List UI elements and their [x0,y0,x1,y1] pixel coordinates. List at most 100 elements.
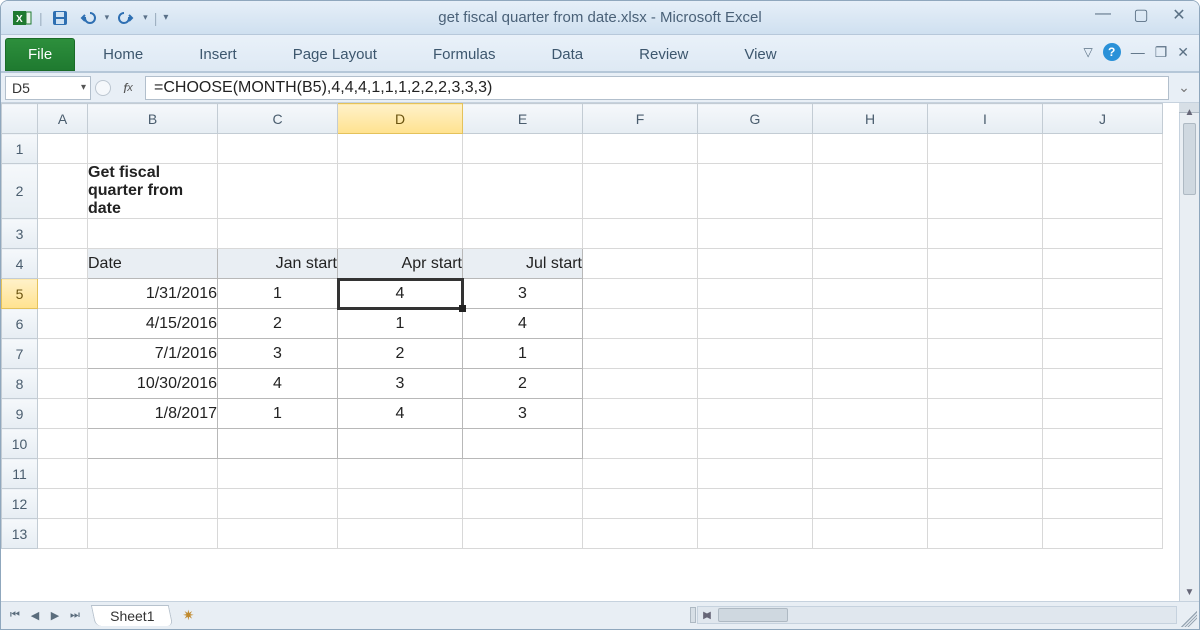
cell-F3[interactable] [583,219,698,249]
cell-C4[interactable]: Jan start [218,249,338,279]
tab-review[interactable]: Review [611,38,716,71]
cell-J1[interactable] [1043,134,1163,164]
scroll-right-icon[interactable]: ▶ [698,607,716,623]
cell-G6[interactable] [698,309,813,339]
row-header-13[interactable]: 13 [2,519,38,549]
cell-I6[interactable] [928,309,1043,339]
cell-H11[interactable] [813,459,928,489]
cell-I10[interactable] [928,429,1043,459]
cell-A1[interactable] [38,134,88,164]
cell-D10[interactable] [338,429,463,459]
cell-C6[interactable]: 2 [218,309,338,339]
cell-E9[interactable]: 3 [463,399,583,429]
tab-home[interactable]: Home [75,38,171,71]
name-box[interactable]: D5 [5,76,91,100]
row-header-12[interactable]: 12 [2,489,38,519]
cell-I5[interactable] [928,279,1043,309]
cell-F10[interactable] [583,429,698,459]
cell-F11[interactable] [583,459,698,489]
cell-I1[interactable] [928,134,1043,164]
spreadsheet-grid[interactable]: ABCDEFGHIJ12Get fiscal quarter from date… [1,103,1163,549]
cell-I8[interactable] [928,369,1043,399]
cell-H10[interactable] [813,429,928,459]
tab-insert[interactable]: Insert [171,38,265,71]
cell-E2[interactable] [463,164,583,219]
formula-expand-icon[interactable]: ⌄ [1173,79,1195,96]
row-header-8[interactable]: 8 [2,369,38,399]
cell-D9[interactable]: 4 [338,399,463,429]
tab-nav-next-icon[interactable]: ▶ [45,606,65,626]
scroll-up-icon[interactable]: ▲ [1180,103,1199,121]
insert-function-icon[interactable]: fx [115,76,141,100]
col-header-F[interactable]: F [583,104,698,134]
cell-F1[interactable] [583,134,698,164]
cell-B5[interactable]: 1/31/2016 [88,279,218,309]
cell-J10[interactable] [1043,429,1163,459]
cell-C12[interactable] [218,489,338,519]
undo-icon[interactable] [77,7,99,29]
cell-A12[interactable] [38,489,88,519]
cell-J5[interactable] [1043,279,1163,309]
doc-minimize-icon[interactable]: ― [1131,44,1145,60]
col-header-B[interactable]: B [88,104,218,134]
cell-G11[interactable] [698,459,813,489]
excel-app-icon[interactable]: X [11,7,33,29]
row-header-4[interactable]: 4 [2,249,38,279]
cell-J4[interactable] [1043,249,1163,279]
cell-A10[interactable] [38,429,88,459]
cell-E3[interactable] [463,219,583,249]
cell-B12[interactable] [88,489,218,519]
cell-A13[interactable] [38,519,88,549]
cell-I7[interactable] [928,339,1043,369]
cell-D7[interactable]: 2 [338,339,463,369]
cell-E13[interactable] [463,519,583,549]
cell-C1[interactable] [218,134,338,164]
cell-H9[interactable] [813,399,928,429]
cell-D13[interactable] [338,519,463,549]
cell-A5[interactable] [38,279,88,309]
cell-A8[interactable] [38,369,88,399]
col-header-I[interactable]: I [928,104,1043,134]
cell-G7[interactable] [698,339,813,369]
cell-J12[interactable] [1043,489,1163,519]
undo-more-icon[interactable]: ▾ [105,12,110,23]
cell-D11[interactable] [338,459,463,489]
cell-I3[interactable] [928,219,1043,249]
close-icon[interactable]: ✕ [1169,5,1189,25]
tab-data[interactable]: Data [523,38,611,71]
cell-A4[interactable] [38,249,88,279]
row-header-10[interactable]: 10 [2,429,38,459]
maximize-icon[interactable]: ▢ [1131,5,1151,25]
cell-H7[interactable] [813,339,928,369]
cell-A6[interactable] [38,309,88,339]
cell-J2[interactable] [1043,164,1163,219]
cell-J8[interactable] [1043,369,1163,399]
ribbon-minimize-icon[interactable]: ▽ [1083,45,1092,59]
cell-F12[interactable] [583,489,698,519]
cell-C2[interactable] [218,164,338,219]
cell-B9[interactable]: 1/8/2017 [88,399,218,429]
cell-G13[interactable] [698,519,813,549]
cell-F6[interactable] [583,309,698,339]
cell-I2[interactable] [928,164,1043,219]
cell-C3[interactable] [218,219,338,249]
cell-I9[interactable] [928,399,1043,429]
cell-G12[interactable] [698,489,813,519]
cell-G10[interactable] [698,429,813,459]
cell-E7[interactable]: 1 [463,339,583,369]
cell-H13[interactable] [813,519,928,549]
fill-handle[interactable] [459,305,466,312]
cell-F9[interactable] [583,399,698,429]
cell-C5[interactable]: 1 [218,279,338,309]
cell-I12[interactable] [928,489,1043,519]
cell-E6[interactable]: 4 [463,309,583,339]
cell-B10[interactable] [88,429,218,459]
col-header-G[interactable]: G [698,104,813,134]
save-icon[interactable] [49,7,71,29]
row-header-6[interactable]: 6 [2,309,38,339]
cell-H5[interactable] [813,279,928,309]
cell-F8[interactable] [583,369,698,399]
col-header-A[interactable]: A [38,104,88,134]
cell-D1[interactable] [338,134,463,164]
cell-C13[interactable] [218,519,338,549]
